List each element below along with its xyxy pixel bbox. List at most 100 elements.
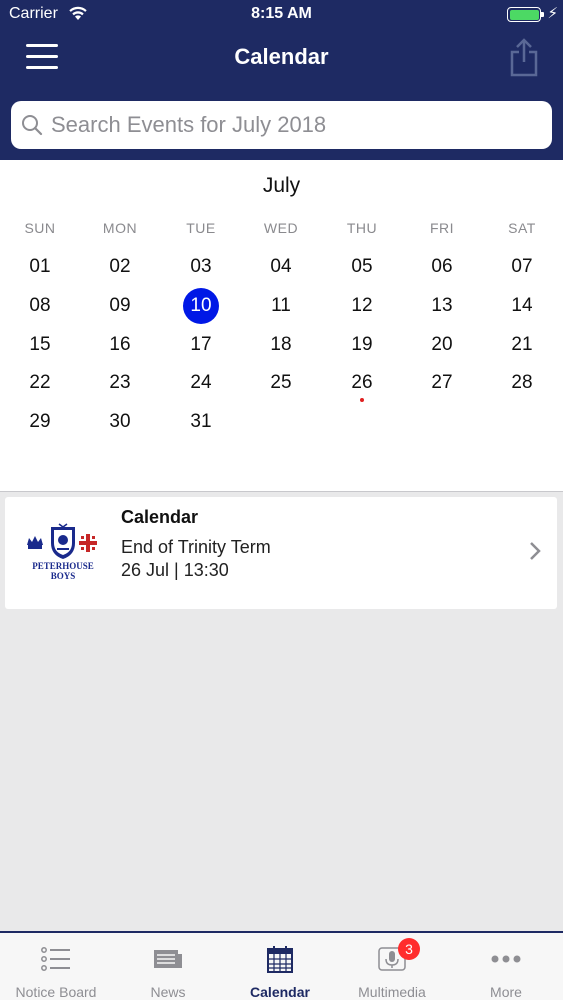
- charging-icon: ⚡: [547, 5, 558, 22]
- weekday-label: SAT: [508, 220, 536, 236]
- month-label: July: [262, 174, 301, 197]
- share-icon: [510, 38, 538, 77]
- calendar-day[interactable]: 18: [261, 326, 301, 364]
- event-card[interactable]: PETERHOUSE BOYS Calendar End of Trinity …: [5, 497, 557, 609]
- calendar-day[interactable]: 16: [100, 326, 140, 364]
- calendar-day[interactable]: 31: [181, 403, 221, 441]
- calendar-day[interactable]: 15: [20, 326, 60, 364]
- page-title: Calendar: [234, 44, 329, 69]
- search-bar: [11, 101, 552, 149]
- status-bar: Carrier 8:15 AM ⚡: [0, 0, 563, 30]
- day-number: 13: [431, 294, 453, 316]
- status-time: 8:15 AM: [251, 5, 312, 22]
- logo-text-line: BOYS: [50, 571, 76, 581]
- tab-news[interactable]: News: [112, 933, 224, 1000]
- header-bar: Carrier 8:15 AM ⚡ Calendar: [0, 0, 563, 160]
- calendar-day[interactable]: 02: [100, 248, 140, 286]
- calendar-day[interactable]: 28: [502, 364, 542, 402]
- logo-text: PETERHOUSE BOYS: [23, 561, 103, 581]
- day-number: 21: [511, 333, 533, 355]
- battery-fill: [509, 9, 539, 20]
- calendar-day[interactable]: 03: [181, 248, 221, 286]
- day-number: 05: [351, 256, 373, 277]
- day-number: 06: [431, 256, 453, 277]
- weekday-label: FRI: [429, 220, 455, 236]
- tab-bar: Notice Board News Calendar 3 Multimedia: [0, 931, 563, 1000]
- tab-label: News: [150, 984, 186, 1000]
- calendar-day[interactable]: 04: [261, 248, 301, 286]
- day-number: 29: [29, 411, 51, 433]
- calendar-day[interactable]: 14: [502, 287, 542, 325]
- calendar-day[interactable]: 25: [261, 364, 301, 402]
- day-number: 18: [270, 333, 292, 355]
- tab-label: Multimedia: [358, 984, 426, 1000]
- tab-label: Calendar: [250, 984, 310, 1000]
- search-input[interactable]: [51, 109, 541, 141]
- event-category: Calendar: [121, 507, 199, 527]
- tab-label: Notice Board: [15, 984, 97, 1000]
- calendar-day[interactable]: 30: [100, 403, 140, 441]
- menu-button[interactable]: [26, 42, 58, 70]
- tab-calendar[interactable]: Calendar: [224, 933, 336, 1000]
- day-number: 28: [511, 372, 533, 394]
- day-grid: 01 02 03 04 05 06 07 08 09 10 11 12 13 14 15 16 17 18 19 20…: [0, 248, 563, 448]
- notification-badge: 3: [398, 938, 420, 960]
- crest-icon: [27, 523, 97, 559]
- calendar-day[interactable]: 09: [100, 287, 140, 325]
- weekday-label: TUE: [186, 220, 216, 236]
- calendar-day[interactable]: 19: [342, 326, 382, 364]
- tab-multimedia[interactable]: 3 Multimedia: [336, 933, 448, 1000]
- search-icon: [22, 115, 43, 136]
- event-datetime: 26 Jul | 13:30: [121, 560, 229, 580]
- calendar-day[interactable]: 13: [422, 287, 462, 325]
- tab-notice-board[interactable]: Notice Board: [0, 933, 112, 1000]
- day-number: 16: [109, 333, 131, 355]
- day-number: 10: [190, 294, 212, 316]
- month-calendar: July SUN MON TUE WED THU FRI SAT 01 02 03 04 05 06 0…: [0, 160, 563, 492]
- day-number: 02: [109, 256, 131, 277]
- event-dot: [360, 398, 364, 403]
- day-number: 01: [29, 256, 51, 277]
- day-number: 04: [270, 256, 292, 277]
- day-number: 24: [190, 372, 212, 394]
- chevron-right-icon: [530, 542, 541, 560]
- calendar-day-selected[interactable]: 10: [183, 287, 219, 324]
- day-number: 08: [29, 294, 51, 316]
- more-icon: [491, 955, 521, 963]
- calendar-day[interactable]: 24: [181, 364, 221, 402]
- school-logo: PETERHOUSE BOYS: [23, 523, 103, 581]
- day-number: 22: [29, 372, 51, 394]
- calendar-day[interactable]: 26: [342, 364, 382, 403]
- calendar-day[interactable]: 08: [20, 287, 60, 325]
- share-button[interactable]: [509, 38, 539, 78]
- day-number: 19: [351, 333, 373, 355]
- day-number: 30: [109, 411, 131, 433]
- calendar-day[interactable]: 27: [422, 364, 462, 402]
- menu-bar: [26, 66, 58, 69]
- weekday-label: WED: [263, 220, 299, 236]
- calendar-day[interactable]: 07: [502, 248, 542, 286]
- day-number: 03: [190, 256, 212, 277]
- day-number: 14: [511, 294, 533, 316]
- battery-icon: [507, 7, 541, 22]
- calendar-day[interactable]: 05: [342, 248, 382, 286]
- day-number: 07: [511, 256, 533, 277]
- day-number: 25: [270, 372, 292, 394]
- day-number: 26: [351, 372, 373, 394]
- calendar-day[interactable]: 23: [100, 364, 140, 402]
- day-number: 11: [271, 294, 291, 316]
- tab-more[interactable]: More: [450, 933, 562, 1000]
- calendar-day[interactable]: 12: [342, 287, 382, 325]
- weekday-label: SUN: [24, 220, 56, 236]
- calendar-day[interactable]: 22: [20, 364, 60, 402]
- event-title: End of Trinity Term: [121, 537, 271, 557]
- calendar-day[interactable]: 17: [181, 326, 221, 364]
- tab-label: More: [490, 984, 522, 1000]
- day-number: 23: [109, 372, 131, 394]
- calendar-day[interactable]: 21: [502, 326, 542, 364]
- calendar-day[interactable]: 20: [422, 326, 462, 364]
- calendar-day[interactable]: 06: [422, 248, 462, 286]
- calendar-day[interactable]: 29: [20, 403, 60, 441]
- calendar-day[interactable]: 11: [261, 287, 301, 325]
- calendar-day[interactable]: 01: [20, 248, 60, 286]
